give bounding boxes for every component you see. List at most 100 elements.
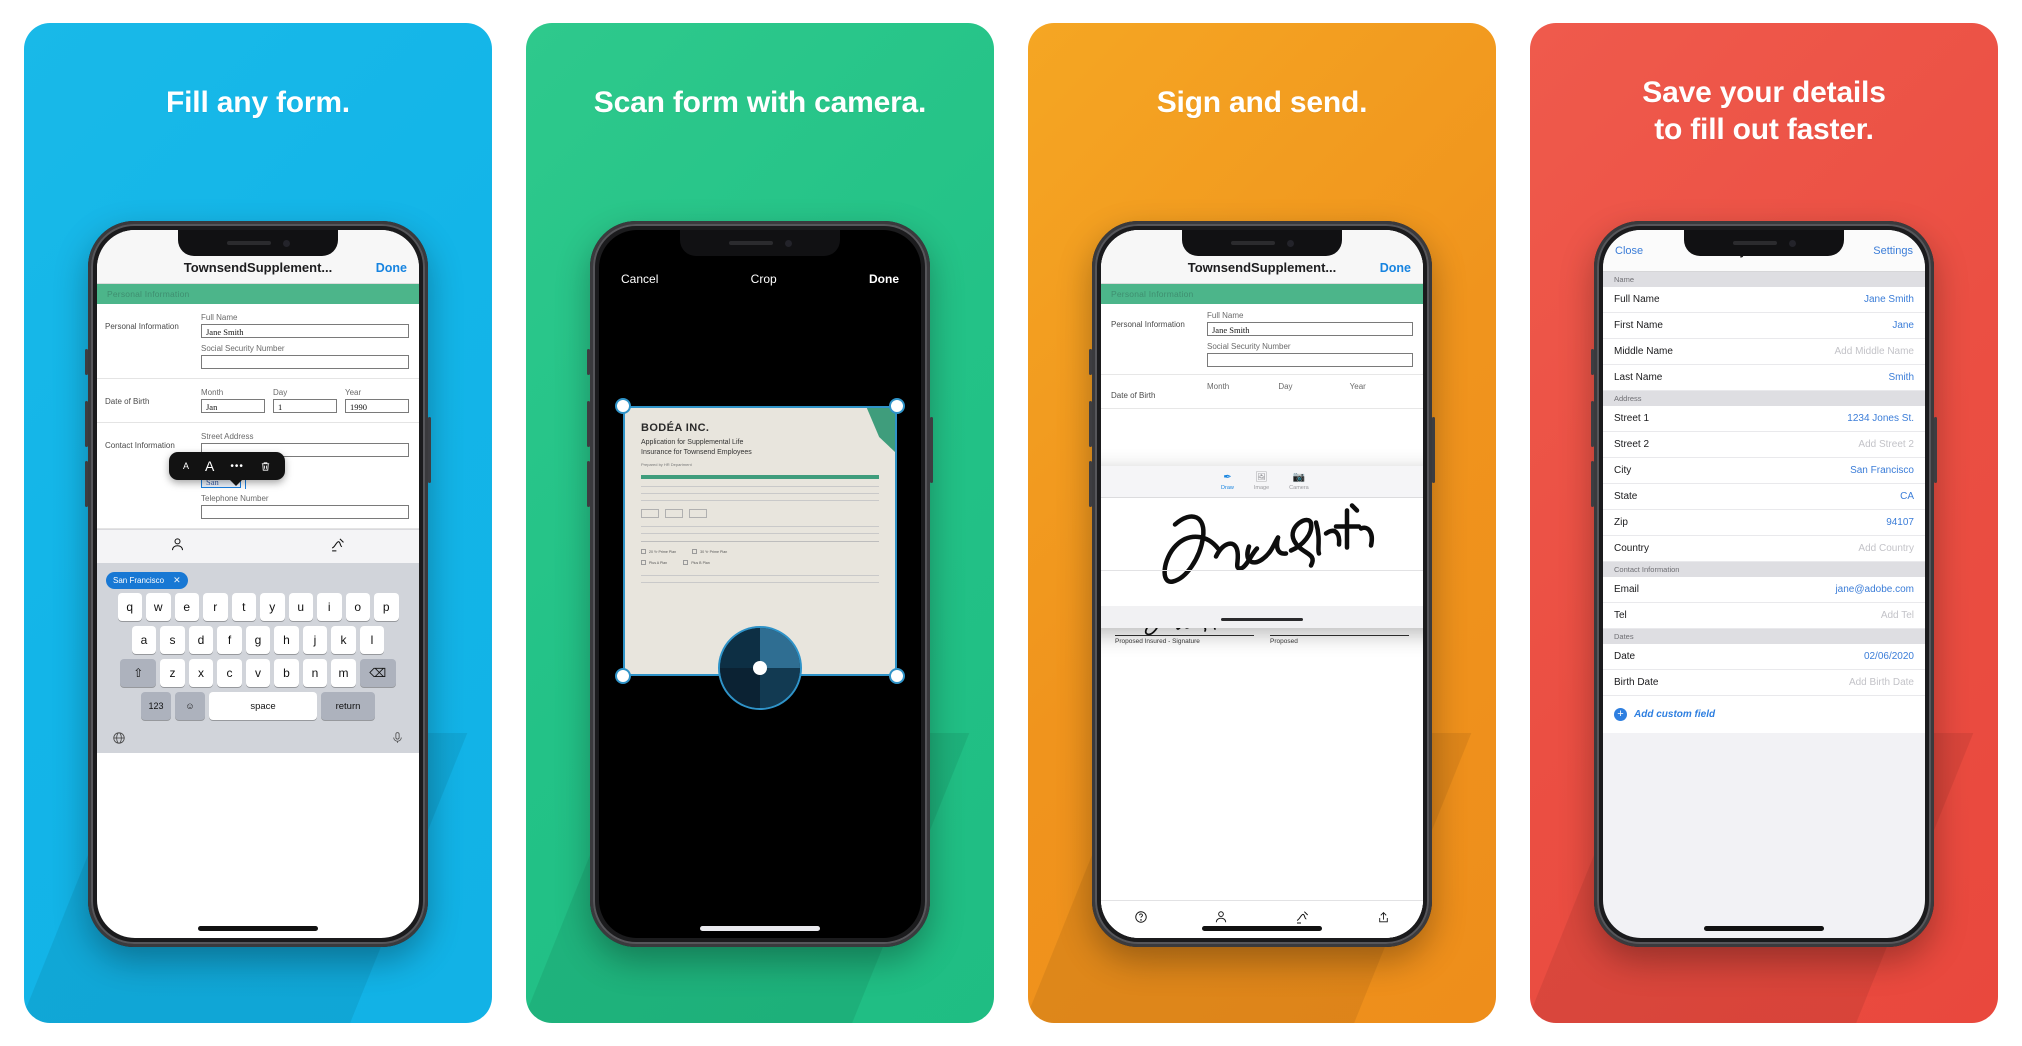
profile-row[interactable]: Middle Name Add Middle Name — [1603, 339, 1925, 365]
profile-row[interactable]: Date 02/06/2020 — [1603, 644, 1925, 670]
key[interactable]: k — [331, 626, 356, 654]
crop-handle-bottom-left[interactable] — [615, 668, 631, 684]
year-input[interactable]: 1990 — [345, 399, 409, 413]
profile-row[interactable]: Street 2 Add Street 2 — [1603, 432, 1925, 458]
key[interactable]: t — [231, 593, 256, 621]
key[interactable]: j — [302, 626, 328, 654]
crop-handle-top-left[interactable] — [615, 398, 631, 414]
profile-row[interactable]: Last Name Smith — [1603, 365, 1925, 391]
key[interactable]: o — [345, 593, 370, 621]
key[interactable]: v — [245, 659, 271, 687]
profile-row[interactable]: Country Add Country — [1603, 536, 1925, 562]
increase-font-icon[interactable]: A — [205, 458, 214, 474]
signature-canvas[interactable]: 人書 — [1101, 498, 1423, 606]
key[interactable]: u — [288, 593, 313, 621]
add-custom-field-button[interactable]: + Add custom field — [1603, 696, 1925, 733]
key[interactable]: e — [174, 593, 199, 621]
close-button[interactable]: Close — [1615, 245, 1643, 257]
text-edit-popup[interactable]: A A ••• — [169, 452, 285, 486]
crop-handle-top-right[interactable] — [889, 398, 905, 414]
phone1-tool-strip — [97, 529, 419, 563]
key[interactable]: l — [359, 626, 385, 654]
done-button[interactable]: Done — [1380, 261, 1411, 275]
key[interactable]: p — [374, 593, 399, 621]
doc-subtitle-line2: Insurance for Townsend Employees — [641, 449, 752, 457]
profile-row[interactable]: City San Francisco — [1603, 458, 1925, 484]
key[interactable]: q — [117, 593, 142, 621]
crop-handle-bottom-right[interactable] — [889, 668, 905, 684]
row-key: Date — [1614, 651, 1636, 662]
key[interactable]: f — [217, 626, 242, 654]
image-icon: 🖼 — [1255, 471, 1268, 483]
key[interactable]: a — [131, 626, 157, 654]
telephone-input[interactable] — [201, 505, 409, 519]
signature-icon[interactable] — [330, 536, 347, 558]
more-options-icon[interactable]: ••• — [230, 461, 244, 472]
return-key[interactable]: return — [321, 692, 375, 720]
section-header: Address — [1603, 391, 1925, 406]
autofill-chip[interactable]: San Francisco ✕ — [106, 571, 188, 589]
settings-button[interactable]: Settings — [1873, 245, 1913, 257]
key[interactable]: w — [146, 593, 171, 621]
help-icon[interactable] — [1134, 910, 1148, 929]
field-label: Day — [273, 388, 288, 397]
key[interactable]: s — [160, 626, 185, 654]
shift-key[interactable]: ⇧ — [120, 659, 157, 687]
profile-row[interactable]: Tel Add Tel — [1603, 603, 1925, 629]
cancel-button[interactable]: Cancel — [621, 272, 658, 286]
key[interactable]: x — [188, 659, 214, 687]
row-label: Personal Information — [1111, 320, 1185, 329]
phone3-screen: TownsendSupplement... Done Personal Info… — [1101, 230, 1423, 938]
numbers-key[interactable]: 123 — [141, 692, 171, 720]
emoji-key[interactable]: ☺ — [175, 692, 205, 720]
done-button[interactable]: Done — [376, 261, 407, 275]
row-label: Personal Information — [105, 322, 179, 331]
key[interactable]: i — [317, 593, 342, 621]
profile-row[interactable]: Full Name Jane Smith — [1603, 287, 1925, 313]
full-name-input[interactable]: Jane Smith — [1207, 322, 1413, 336]
mic-icon[interactable] — [391, 731, 404, 750]
key[interactable]: y — [260, 593, 285, 621]
key[interactable]: n — [302, 659, 328, 687]
month-input[interactable]: Jan — [201, 399, 265, 413]
close-icon[interactable]: ✕ — [173, 575, 181, 586]
field-label: Telephone Number — [201, 494, 269, 503]
mode-draw[interactable]: ✒ Draw — [1221, 471, 1234, 493]
key[interactable]: d — [188, 626, 214, 654]
profile-row[interactable]: State CA — [1603, 484, 1925, 510]
mode-camera[interactable]: 📷 Camera — [1289, 471, 1309, 493]
key[interactable]: r — [203, 593, 228, 621]
key[interactable]: m — [331, 659, 356, 687]
share-icon[interactable] — [1377, 910, 1390, 930]
key[interactable]: z — [160, 659, 185, 687]
key[interactable]: g — [245, 626, 271, 654]
ssn-input[interactable] — [201, 355, 409, 369]
mode-image[interactable]: 🖼 Image — [1254, 471, 1269, 493]
profile-row[interactable]: Birth Date Add Birth Date — [1603, 670, 1925, 696]
keyboard-bottom-bar — [100, 725, 416, 753]
profile-row[interactable]: First Name Jane — [1603, 313, 1925, 339]
profile-row[interactable]: Street 1 1234 Jones St. — [1603, 406, 1925, 432]
space-key[interactable]: space — [209, 692, 317, 720]
profile-row[interactable]: Email jane@adobe.com — [1603, 577, 1925, 603]
crop-frame[interactable]: BODÉA INC. Application for Supplemental … — [615, 398, 905, 710]
row-key: Country — [1614, 543, 1650, 554]
key[interactable]: h — [274, 626, 299, 654]
ssn-input[interactable] — [1207, 353, 1413, 367]
day-input[interactable]: 1 — [273, 399, 337, 413]
backspace-key[interactable]: ⌫ — [359, 659, 396, 687]
globe-icon[interactable] — [112, 731, 126, 750]
field-label: Street Address — [201, 432, 254, 441]
row-key: Zip — [1614, 517, 1628, 528]
phone-mockup-4: Close My Profile Settings Name Full Name… — [1591, 221, 1937, 947]
profile-row[interactable]: Zip 94107 — [1603, 510, 1925, 536]
decrease-font-icon[interactable]: A — [183, 461, 189, 471]
doc-checkbox-row: 20 Yr Prime Plan 30 Yr Prime Plan — [641, 549, 879, 555]
key[interactable]: c — [217, 659, 242, 687]
trash-icon[interactable] — [260, 460, 271, 473]
full-name-input[interactable]: Jane Smith — [201, 324, 409, 338]
person-icon[interactable] — [170, 536, 185, 558]
key[interactable]: b — [274, 659, 299, 687]
done-button[interactable]: Done — [869, 272, 899, 286]
field-label: Full Name — [201, 313, 238, 322]
